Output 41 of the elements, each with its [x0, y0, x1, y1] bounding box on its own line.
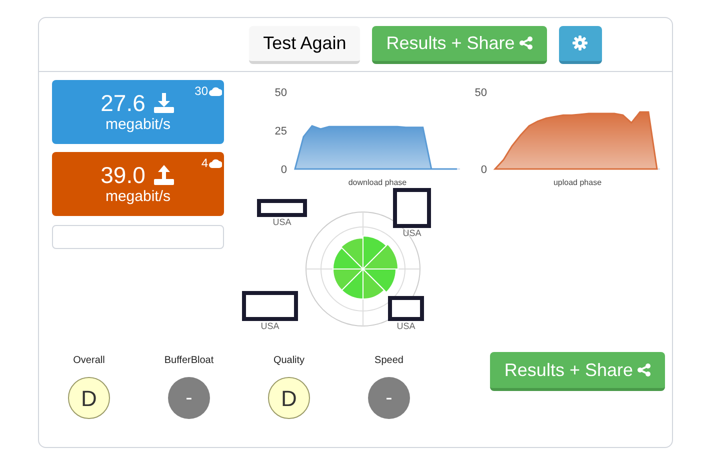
download-icon: [153, 93, 176, 113]
grade-badge: D: [268, 377, 310, 419]
speed-unit: megabit/s: [105, 188, 171, 206]
grade-badge: D: [68, 377, 110, 419]
cloud-icon: [209, 158, 222, 168]
grade-label: BufferBloat: [164, 354, 214, 368]
server-label: USA: [402, 228, 422, 239]
grade-label: Overall: [73, 354, 105, 368]
share-icon: [637, 363, 651, 377]
speed-unit: megabit/s: [105, 116, 171, 134]
settings-icon: [572, 35, 588, 51]
axis-tick-label: 0: [280, 164, 287, 176]
results-share-button[interactable]: Results + Share: [372, 26, 547, 64]
redaction-box: [388, 296, 424, 321]
input-field[interactable]: [52, 225, 224, 249]
speed-value: 27.6: [100, 90, 146, 116]
server-label: USA: [396, 321, 416, 332]
server-count: 4: [201, 155, 208, 172]
cloud-icon: [209, 86, 222, 96]
grade-badge: -: [368, 377, 410, 419]
results-share-button[interactable]: Results + Share: [490, 352, 665, 391]
server-label: USA: [260, 321, 280, 332]
grade-label: Speed: [374, 354, 404, 368]
axis-tick-label: 0: [480, 164, 487, 176]
chart-xlabel: upload phase: [553, 178, 602, 187]
redaction-box: [393, 188, 431, 228]
grade-badge: -: [168, 377, 210, 419]
axis-tick-label: 50: [274, 87, 287, 99]
speed-value: 39.0: [100, 162, 146, 188]
share-icon: [518, 36, 533, 50]
settings-button[interactable]: [558, 26, 602, 64]
redaction-box: [242, 291, 298, 321]
grade-label: Quality: [273, 354, 305, 368]
chart-xlabel: download phase: [348, 178, 407, 187]
server-count: 30: [194, 83, 208, 100]
axis-tick-label: 50: [474, 87, 487, 99]
axis-tick-label: 25: [274, 126, 287, 138]
upload-icon: [153, 165, 176, 185]
redaction-box: [257, 199, 307, 217]
test-again-button[interactable]: Test Again: [249, 26, 360, 64]
server-label: USA: [272, 217, 292, 228]
